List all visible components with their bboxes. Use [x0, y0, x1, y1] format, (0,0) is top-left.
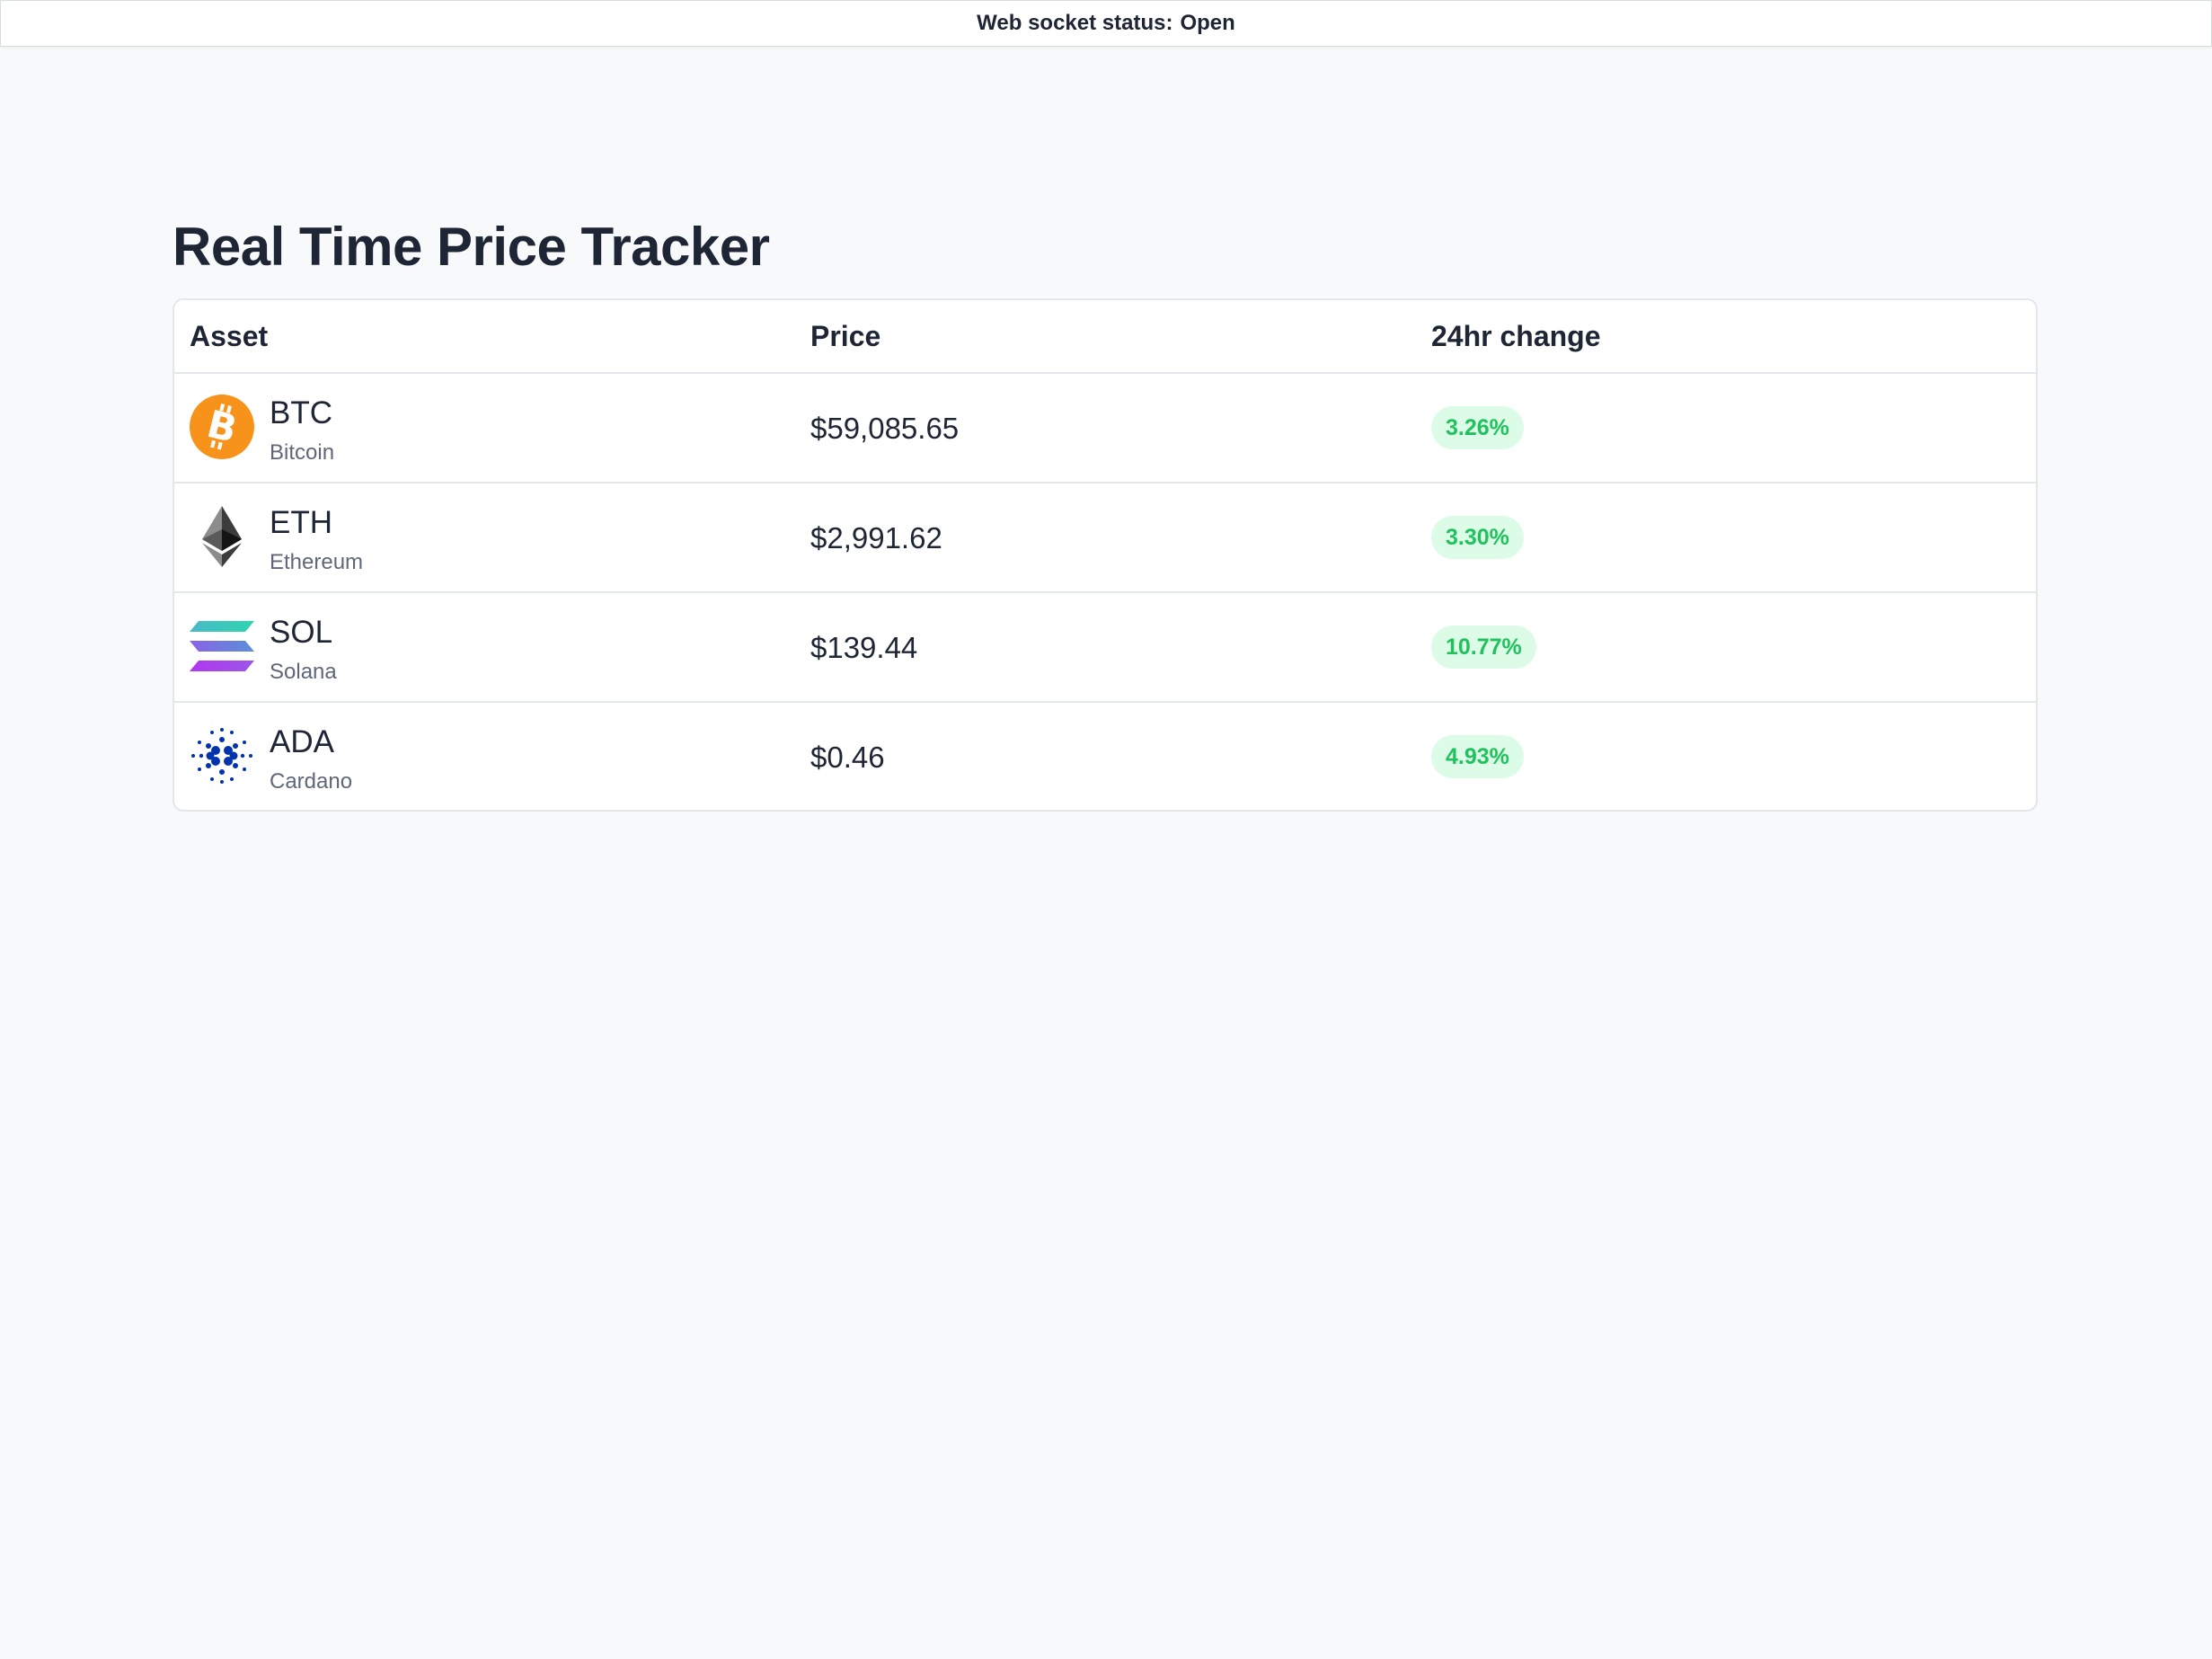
change-badge: 10.77% [1431, 625, 1536, 669]
asset-name: Solana [270, 660, 337, 684]
cardano-icon [190, 723, 254, 788]
asset-symbol: SOL [270, 615, 333, 650]
asset-price: $59,085.65 [810, 412, 960, 445]
asset-name: Cardano [270, 769, 353, 794]
asset-price: $0.46 [810, 741, 885, 774]
asset-price: $139.44 [810, 631, 918, 664]
asset-symbol: BTC [270, 395, 332, 430]
ethereum-icon [190, 504, 254, 569]
solana-icon [190, 614, 254, 679]
websocket-status-label: Web socket status: [977, 11, 1173, 35]
table-row[interactable]: SOL Solana $139.44 10.77% [174, 593, 2036, 703]
websocket-status-value: Open [1180, 11, 1235, 35]
column-header-24hr-change: 24hr change [1431, 320, 1601, 352]
asset-name: Ethereum [270, 550, 364, 574]
table-row[interactable]: ADA Cardano $0.46 4.93% [174, 703, 2036, 810]
bitcoin-icon: B [190, 395, 254, 459]
table-row[interactable]: B BTC Bitcoin $59,085.65 3.26% [174, 374, 2036, 484]
asset-symbol: ETH [270, 505, 332, 540]
table-row[interactable]: ETH Ethereum $2,991.62 3.30% [174, 484, 2036, 593]
change-badge: 4.93% [1431, 735, 1524, 778]
change-badge: 3.26% [1431, 406, 1524, 449]
page-title: Real Time Price Tracker [173, 217, 770, 277]
price-table: Asset Price 24hr change B BTC Bitcoin $5… [173, 298, 2038, 812]
asset-price: $2,991.62 [810, 521, 942, 554]
asset-name: Bitcoin [270, 440, 335, 465]
asset-symbol: ADA [270, 724, 334, 759]
table-header-row: Asset Price 24hr change [174, 300, 2036, 374]
websocket-status-bar: Web socket status: Open [0, 0, 2212, 47]
column-header-price: Price [810, 320, 881, 352]
column-header-asset: Asset [190, 320, 269, 352]
change-badge: 3.30% [1431, 516, 1524, 559]
